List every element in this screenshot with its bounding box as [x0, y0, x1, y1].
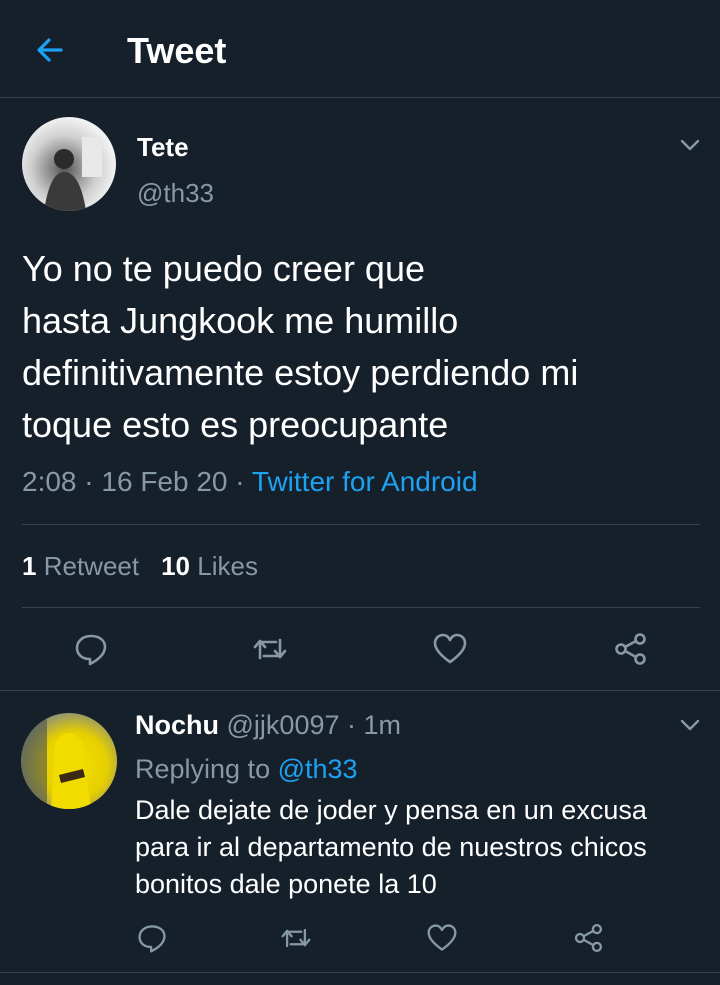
chevron-down-icon	[680, 139, 700, 151]
reply-header: Nochu @jjk0097 · 1m	[135, 710, 401, 741]
reply-reply-button[interactable]	[136, 922, 168, 954]
reply-retweet-button[interactable]	[280, 922, 312, 954]
reply-icon	[75, 634, 107, 666]
chevron-down-icon	[680, 719, 700, 731]
reply-icon	[138, 925, 166, 953]
reply-like-button[interactable]	[426, 922, 458, 954]
replying-prefix: Replying to	[135, 754, 271, 784]
section-divider	[0, 690, 720, 691]
like-count: 10	[161, 551, 191, 581]
author-name[interactable]: Tete	[137, 132, 189, 163]
reply-share-button[interactable]	[572, 922, 604, 954]
replying-mention-link[interactable]: @th33	[278, 754, 358, 784]
retweets-stat[interactable]: 1 Retweet	[22, 551, 139, 581]
tweet-text: Yo no te puedo creer que hasta Jungkook …	[22, 248, 579, 445]
share-icon	[615, 633, 646, 665]
meta-separator: ·	[235, 466, 245, 497]
divider	[22, 524, 700, 525]
tweet-stats: 1 Retweet 10 Likes	[22, 551, 258, 582]
share-icon	[574, 923, 603, 953]
reply-text: Dale dejate de joder y pensa en un excus…	[135, 795, 647, 899]
author-avatar[interactable]	[22, 117, 116, 211]
author-handle[interactable]: @th33	[137, 178, 214, 209]
retweet-icon	[281, 928, 311, 948]
tweet-options-button[interactable]	[677, 132, 703, 158]
retweet-icon	[253, 638, 287, 660]
reply-time: · 1m	[347, 710, 402, 740]
tweet-meta: 2:08 · 16 Feb 20 · Twitter for Android	[22, 466, 478, 498]
reply-author-handle[interactable]: @jjk0097	[227, 710, 340, 740]
like-icon	[433, 633, 467, 664]
reply-options-button[interactable]	[677, 712, 703, 738]
like-button[interactable]	[432, 631, 468, 667]
divider	[22, 607, 700, 608]
tweet-date: 16 Feb 20	[101, 466, 228, 497]
avatar-photo	[21, 713, 91, 809]
likes-stat[interactable]: 10 Likes	[161, 551, 258, 581]
reply-author-name[interactable]: Nochu	[135, 710, 219, 740]
page-title: Tweet	[127, 30, 227, 71]
avatar-photo	[44, 137, 102, 211]
replying-to: Replying to @th33	[135, 754, 358, 785]
reply-button[interactable]	[73, 631, 109, 667]
tweet-time: 2:08	[22, 466, 77, 497]
back-arrow-icon	[37, 38, 63, 62]
retweet-count: 1	[22, 551, 37, 581]
tweet-source-link[interactable]: Twitter for Android	[252, 466, 478, 497]
reply-author-avatar[interactable]	[21, 713, 117, 809]
meta-separator: ·	[84, 466, 94, 497]
share-button[interactable]	[612, 631, 648, 667]
retweet-button[interactable]	[252, 631, 288, 667]
top-bar: Tweet	[0, 0, 720, 98]
section-divider	[0, 972, 720, 973]
like-icon	[427, 924, 457, 951]
like-label: Likes	[197, 551, 258, 581]
back-button[interactable]	[30, 30, 70, 70]
retweet-label: Retweet	[43, 551, 140, 581]
